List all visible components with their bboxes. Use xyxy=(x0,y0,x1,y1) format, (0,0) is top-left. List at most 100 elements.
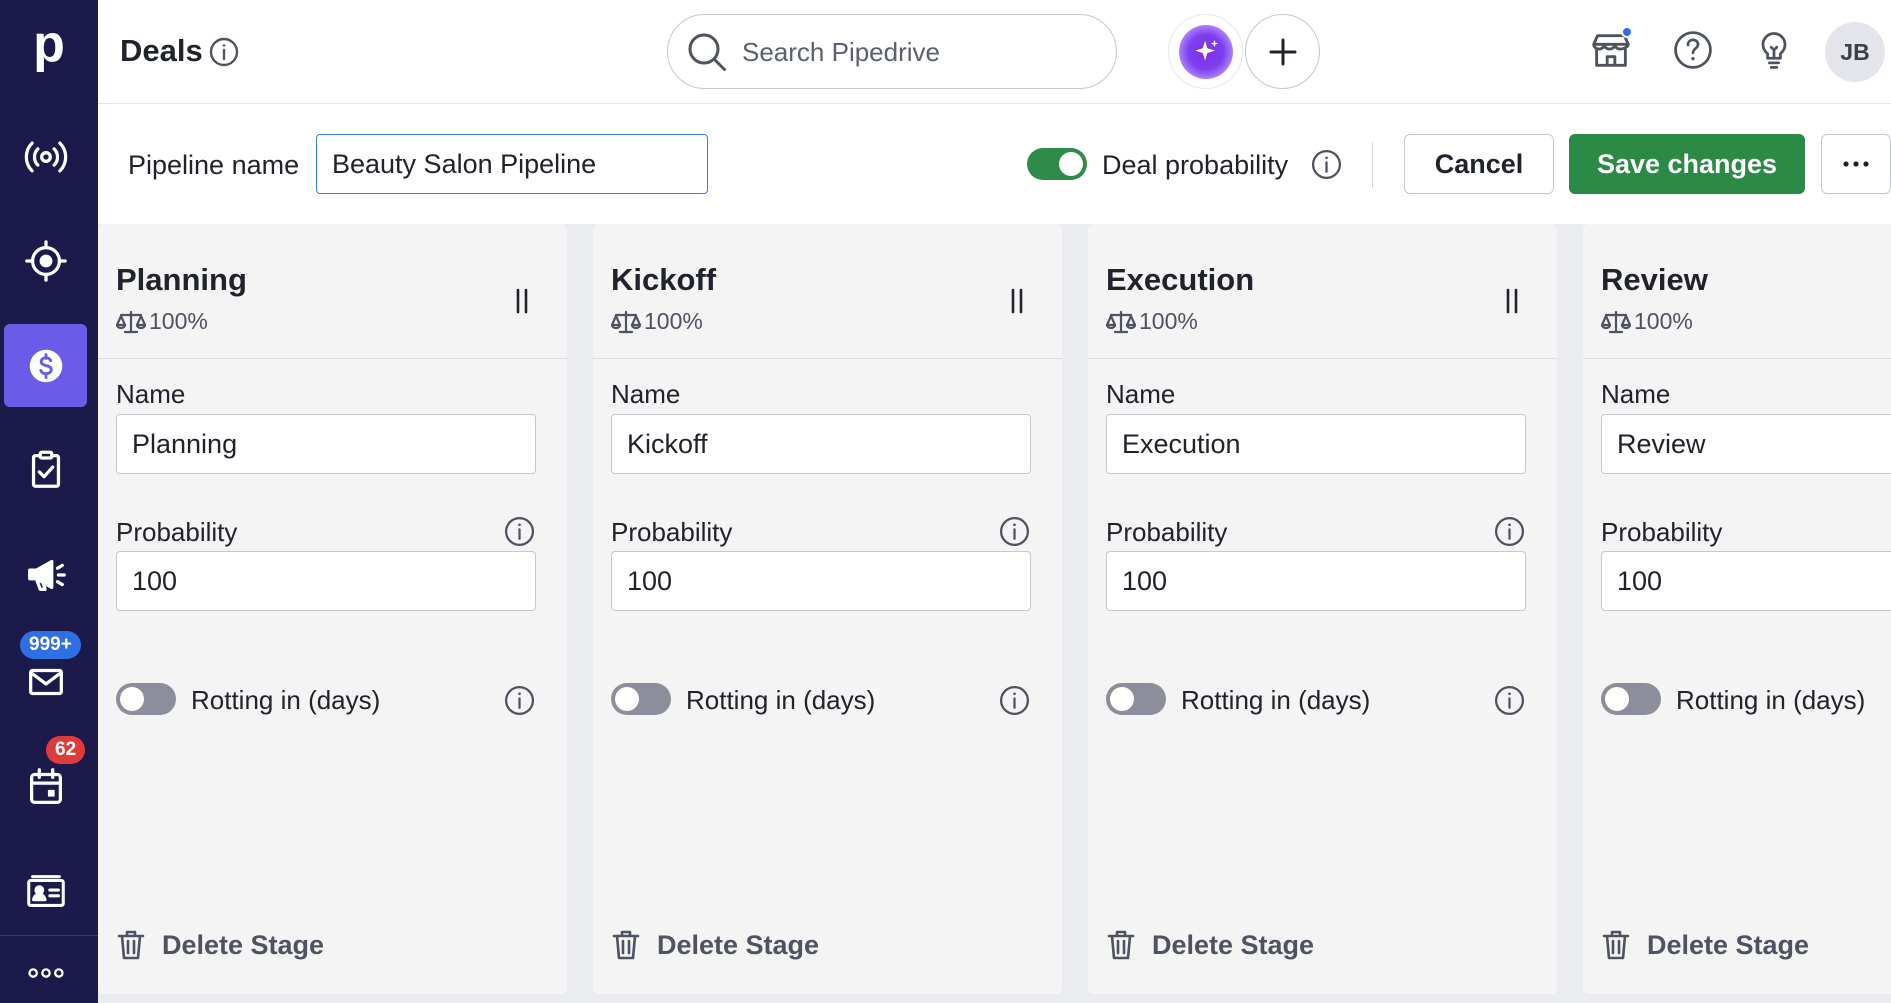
sparkle-icon xyxy=(1194,39,1218,60)
user-avatar[interactable]: JB xyxy=(1825,22,1885,82)
stage-card: Review 100% Name Probability Rotting in … xyxy=(1583,224,1891,994)
divider xyxy=(1372,142,1373,188)
ai-orb xyxy=(1178,24,1233,79)
help-button[interactable] xyxy=(1667,24,1719,76)
stage-card: Kickoff 100% Name Probability Rotting in… xyxy=(593,224,1062,994)
stage-title: Planning xyxy=(116,262,247,297)
search-input[interactable] xyxy=(742,29,1092,75)
stage-probability: 100% xyxy=(611,308,703,335)
plus-icon xyxy=(1269,38,1296,65)
lightbulb-icon xyxy=(1761,32,1787,69)
mail-icon xyxy=(28,668,63,695)
sidebar: p 999+ 62 xyxy=(0,0,98,1003)
calendar-count-badge: 62 xyxy=(46,736,86,764)
trash-icon xyxy=(612,930,640,960)
stage-header: Planning 100% xyxy=(98,224,567,359)
trash-icon xyxy=(1107,930,1135,960)
rotting-toggle[interactable] xyxy=(1601,683,1661,715)
clipboard-check-icon xyxy=(31,450,60,488)
info-icon[interactable] xyxy=(503,515,536,548)
rotting-toggle[interactable] xyxy=(611,683,671,715)
delete-stage-label: Delete Stage xyxy=(162,929,325,960)
rotting-label: Rotting in (days) xyxy=(1181,685,1371,715)
contact-card-icon xyxy=(26,874,65,907)
info-icon[interactable] xyxy=(1310,148,1343,181)
stage-header: Kickoff 100% xyxy=(593,224,1062,359)
name-label: Name xyxy=(1601,379,1671,409)
info-icon[interactable] xyxy=(998,515,1031,548)
info-icon[interactable] xyxy=(208,36,240,68)
tips-button[interactable] xyxy=(1748,24,1800,76)
stage-card: Execution 100% Name Probability Rotting … xyxy=(1088,224,1557,994)
delete-stage-button[interactable]: Delete Stage xyxy=(611,929,819,961)
info-icon[interactable] xyxy=(1493,515,1526,548)
stage-card: Planning 100% Name Probability Rotting i… xyxy=(98,224,567,994)
scale-icon xyxy=(1601,310,1631,333)
delete-stage-label: Delete Stage xyxy=(1152,929,1315,960)
save-changes-button[interactable]: Save changes xyxy=(1569,134,1805,194)
rotting-toggle[interactable] xyxy=(116,683,176,715)
toggle-knob xyxy=(1110,687,1134,711)
sidebar-divider xyxy=(0,935,98,936)
search-box[interactable] xyxy=(667,14,1117,89)
stage-probability-input[interactable] xyxy=(1106,551,1526,611)
ai-assistant-button[interactable] xyxy=(1168,14,1243,89)
probability-label: Probability xyxy=(1601,517,1723,547)
delete-stage-button[interactable]: Delete Stage xyxy=(116,929,324,961)
pipeline-edit-bar: Pipeline name Deal probability Cancel Sa… xyxy=(98,104,1891,224)
stage-title: Kickoff xyxy=(611,262,717,297)
more-dots-icon xyxy=(27,968,64,978)
stage-probability-input[interactable] xyxy=(1601,551,1891,611)
stage-header: Execution 100% xyxy=(1088,224,1557,359)
sidebar-item-campaigns[interactable] xyxy=(4,532,87,615)
cancel-button[interactable]: Cancel xyxy=(1404,134,1554,194)
sidebar-item-more[interactable] xyxy=(4,948,87,998)
stage-probability-value: 100% xyxy=(149,308,208,334)
quick-add-button[interactable] xyxy=(1245,14,1320,89)
info-icon[interactable] xyxy=(998,684,1031,717)
scale-icon xyxy=(116,310,146,333)
delete-stage-button[interactable]: Delete Stage xyxy=(1601,929,1809,961)
search-icon xyxy=(688,33,726,71)
stage-name-input[interactable] xyxy=(1601,414,1891,474)
stage-probability-input[interactable] xyxy=(116,551,536,611)
top-bar: Deals JB xyxy=(98,0,1891,104)
deal-probability-toggle[interactable] xyxy=(1027,148,1087,180)
marketplace-button[interactable] xyxy=(1585,24,1637,76)
sidebar-item-deals[interactable] xyxy=(4,324,87,407)
trash-icon xyxy=(1602,930,1630,960)
pipeline-name-input[interactable] xyxy=(316,134,708,194)
rotting-label: Rotting in (days) xyxy=(1676,685,1866,715)
probability-label: Probability xyxy=(116,517,238,547)
calendar-icon xyxy=(29,767,62,804)
more-options-button[interactable] xyxy=(1821,134,1891,194)
toggle-knob xyxy=(615,687,639,711)
pipedrive-logo[interactable]: p xyxy=(24,18,74,72)
info-icon[interactable] xyxy=(503,684,536,717)
sidebar-item-activities[interactable] xyxy=(4,428,87,511)
ellipsis-icon xyxy=(1843,161,1869,167)
stage-probability-value: 100% xyxy=(1634,308,1693,334)
name-label: Name xyxy=(1106,379,1176,409)
stage-probability-input[interactable] xyxy=(611,551,1031,611)
stage-name-input[interactable] xyxy=(116,414,536,474)
delete-stage-button[interactable]: Delete Stage xyxy=(1106,929,1314,961)
stage-probability: 100% xyxy=(1601,308,1693,335)
sidebar-item-projects[interactable] xyxy=(4,219,87,302)
drag-handle-icon[interactable] xyxy=(1503,288,1521,314)
sidebar-item-leads-inbox[interactable] xyxy=(4,115,87,198)
page-title: Deals xyxy=(120,33,203,68)
scale-icon xyxy=(611,310,641,333)
probability-label: Probability xyxy=(611,517,733,547)
delete-stage-label: Delete Stage xyxy=(1647,929,1810,960)
drag-handle-icon[interactable] xyxy=(513,288,531,314)
drag-handle-icon[interactable] xyxy=(1008,288,1026,314)
target-icon xyxy=(24,239,67,282)
stage-name-input[interactable] xyxy=(1106,414,1526,474)
stage-name-input[interactable] xyxy=(611,414,1031,474)
sidebar-item-contacts[interactable] xyxy=(4,850,87,933)
notification-dot xyxy=(1621,26,1633,38)
info-icon[interactable] xyxy=(1493,684,1526,717)
rotting-toggle[interactable] xyxy=(1106,683,1166,715)
stage-title: Review xyxy=(1601,262,1708,297)
